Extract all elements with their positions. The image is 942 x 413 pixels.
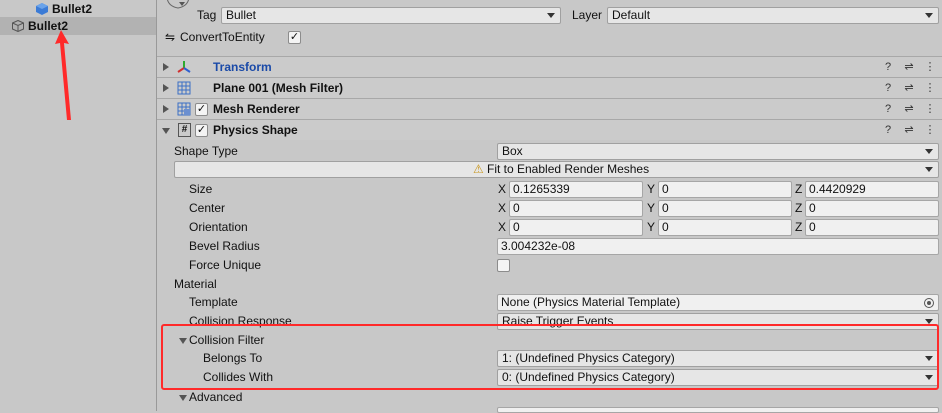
template-label: Template — [189, 295, 238, 309]
chevron-down-icon — [925, 13, 933, 18]
object-picker-icon[interactable] — [924, 298, 934, 308]
physics-shape-title: Physics Shape — [213, 123, 298, 137]
menu-icon[interactable]: ⋮ — [924, 123, 936, 137]
material-label: Material — [174, 277, 217, 291]
convert-entity-icon: ⇋ — [165, 30, 176, 44]
center-z-input[interactable]: 0 — [805, 200, 939, 217]
layer-dropdown[interactable]: Default — [607, 7, 939, 24]
warning-icon: ⚠ — [473, 162, 484, 176]
presets-icon[interactable]: ⇌ — [903, 102, 915, 116]
foldout-arrow-icon[interactable] — [163, 84, 169, 92]
orientation-y-input[interactable]: 0 — [658, 219, 792, 236]
tag-value: Bullet — [226, 8, 257, 22]
shape-type-value: Box — [502, 144, 523, 158]
prefab-cube-icon — [36, 3, 48, 15]
menu-icon[interactable]: ⋮ — [924, 81, 936, 95]
size-label: Size — [189, 182, 213, 196]
axis-y-label: Y — [647, 182, 656, 196]
orientation-z-input[interactable]: 0 — [805, 219, 939, 236]
hierarchy-item[interactable]: Bullet2 — [0, 0, 156, 18]
presets-icon[interactable]: ⇌ — [903, 123, 915, 137]
physics-shape-enabled-checkbox[interactable]: ✓ — [195, 124, 208, 137]
advanced-label[interactable]: Advanced — [189, 389, 242, 406]
fit-button-label: Fit to Enabled Render Meshes — [487, 162, 650, 176]
annotation-arrow — [55, 30, 71, 120]
force-unique-label: Force Unique — [189, 258, 262, 272]
layer-label: Layer — [572, 8, 603, 22]
center-x-input[interactable]: 0 — [509, 200, 643, 217]
convert-to-entity-checkbox[interactable]: ✓ — [288, 31, 301, 44]
center-y-input[interactable]: 0 — [658, 200, 792, 217]
axis-z-label: Z — [795, 201, 803, 215]
mesh-filter-header[interactable]: Plane 001 (Mesh Filter) ? ⇌ ⋮ — [157, 77, 942, 98]
axis-y-label: Y — [647, 201, 656, 215]
bevel-radius-input[interactable]: 3.004232e-08 — [497, 238, 939, 255]
template-object-field[interactable]: None (Physics Material Template) — [497, 294, 939, 311]
axis-x-label: X — [498, 220, 507, 234]
menu-icon[interactable]: ⋮ — [924, 60, 936, 74]
script-icon: # — [178, 123, 191, 137]
tag-dropdown[interactable]: Bullet — [221, 7, 561, 24]
axis-x-label: X — [498, 182, 507, 196]
force-unique-checkbox[interactable] — [497, 259, 510, 272]
template-value: None (Physics Material Template) — [501, 295, 681, 309]
mesh-renderer-icon — [177, 102, 191, 116]
chevron-down-icon — [925, 149, 933, 154]
presets-icon[interactable]: ⇌ — [903, 81, 915, 95]
foldout-arrow-icon[interactable] — [163, 105, 169, 113]
chevron-down-icon — [925, 167, 933, 172]
menu-icon[interactable]: ⋮ — [924, 102, 936, 116]
axis-z-label: Z — [795, 182, 803, 196]
transform-header[interactable]: Transform ? ⇌ ⋮ — [157, 56, 942, 77]
shape-type-dropdown[interactable]: Box — [497, 143, 939, 160]
size-y-input[interactable]: 0 — [658, 181, 792, 198]
advanced-foldout-icon[interactable] — [179, 395, 187, 401]
axis-z-label: Z — [795, 220, 803, 234]
size-x-input[interactable]: 0.1265339 — [509, 181, 643, 198]
size-z-input[interactable]: 0.4420929 — [805, 181, 939, 198]
mesh-renderer-title: Mesh Renderer — [213, 102, 300, 116]
axis-y-label: Y — [647, 220, 656, 234]
help-icon[interactable]: ? — [882, 102, 894, 116]
object-icon-dropdown-icon[interactable] — [179, 2, 185, 6]
axis-x-label: X — [498, 201, 507, 215]
gameobject-cube-icon — [12, 19, 24, 33]
mesh-filter-icon — [177, 81, 191, 95]
convert-to-entity-label: ConvertToEntity — [180, 30, 265, 44]
mesh-renderer-enabled-checkbox[interactable]: ✓ — [195, 103, 208, 116]
mesh-filter-title: Plane 001 (Mesh Filter) — [213, 81, 344, 95]
advanced-field-partial — [497, 407, 939, 413]
help-icon[interactable]: ? — [882, 81, 894, 95]
orientation-label: Orientation — [189, 220, 248, 234]
shape-type-label: Shape Type — [174, 144, 238, 158]
foldout-arrow-icon[interactable] — [162, 128, 170, 134]
transform-title: Transform — [213, 60, 272, 74]
hierarchy-item-label: Bullet2 — [52, 2, 93, 16]
center-label: Center — [189, 201, 226, 215]
object-icon — [167, 0, 189, 9]
mesh-renderer-header[interactable]: ✓ Mesh Renderer ? ⇌ ⋮ — [157, 98, 942, 119]
chevron-down-icon — [547, 13, 555, 18]
annotation-highlight-box — [161, 324, 939, 390]
physics-shape-header[interactable]: # ✓ Physics Shape ? ⇌ ⋮ — [157, 119, 942, 140]
bevel-radius-label: Bevel Radius — [189, 239, 260, 253]
orientation-x-input[interactable]: 0 — [509, 219, 643, 236]
layer-value: Default — [612, 8, 651, 22]
presets-icon[interactable]: ⇌ — [903, 60, 915, 74]
transform-icon — [177, 61, 191, 73]
tag-label: Tag — [197, 8, 217, 22]
help-icon[interactable]: ? — [882, 60, 894, 74]
foldout-arrow-icon[interactable] — [163, 63, 169, 71]
hierarchy-panel: Bullet2 Bullet2 — [0, 0, 157, 411]
help-icon[interactable]: ? — [882, 123, 894, 137]
fit-to-render-meshes-button[interactable]: ⚠ Fit to Enabled Render Meshes — [174, 161, 939, 178]
